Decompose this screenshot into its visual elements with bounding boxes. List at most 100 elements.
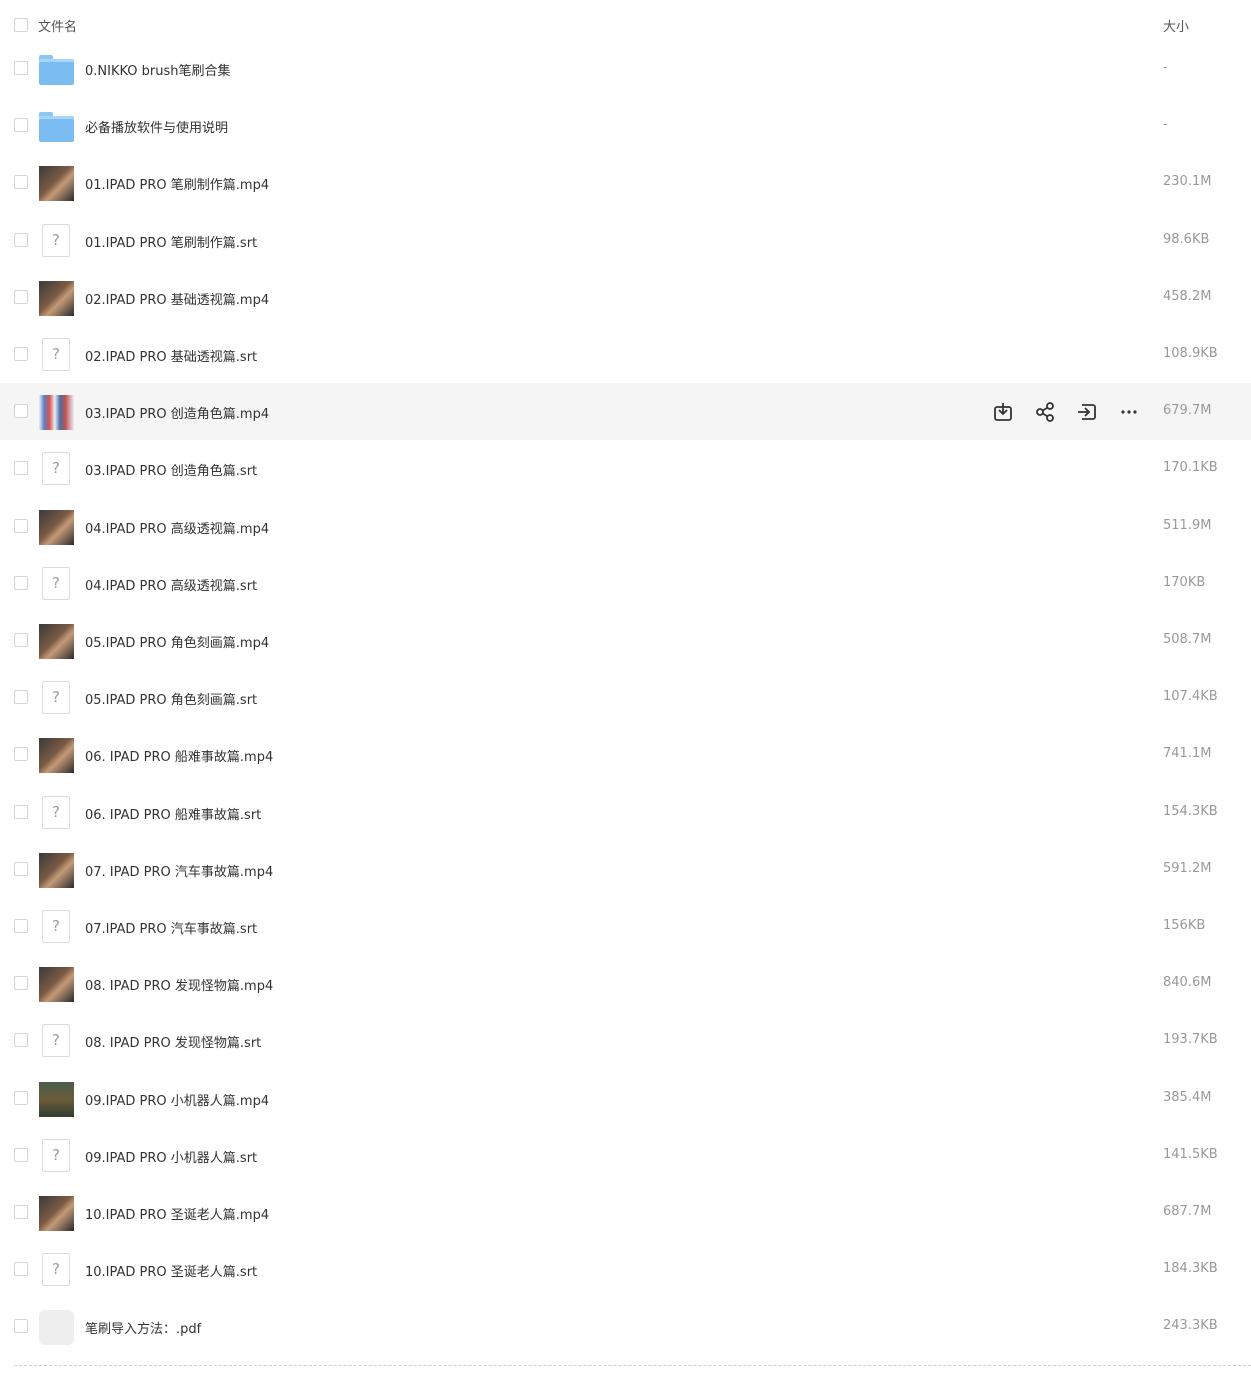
file-row[interactable]: ? 05.IPAD PRO 角色刻画篇.srt 107.4KB: [0, 669, 1251, 726]
file-name[interactable]: 03.IPAD PRO 创造角色篇.mp4: [85, 403, 269, 422]
unknown-file-icon: ?: [39, 338, 74, 373]
file-row[interactable]: 必备播放软件与使用说明 -: [0, 97, 1251, 154]
row-checkbox[interactable]: [14, 805, 28, 819]
file-row[interactable]: ? 06. IPAD PRO 船难事故篇.srt 154.3KB: [0, 784, 1251, 841]
row-checkbox[interactable]: [14, 747, 28, 761]
file-row[interactable]: 03.IPAD PRO 创造角色篇.mp4 679.7M: [0, 383, 1251, 440]
file-name[interactable]: 笔刷导入方法：.pdf: [85, 1318, 201, 1337]
file-size: 687.7M: [1163, 1204, 1212, 1219]
row-checkbox[interactable]: [14, 976, 28, 990]
file-name[interactable]: 05.IPAD PRO 角色刻画篇.mp4: [85, 632, 269, 651]
file-row[interactable]: 04.IPAD PRO 高级透视篇.mp4 511.9M: [0, 498, 1251, 555]
row-checkbox[interactable]: [14, 1319, 28, 1333]
file-name[interactable]: 06. IPAD PRO 船难事故篇.srt: [85, 804, 261, 823]
column-header-name[interactable]: 文件名: [38, 16, 77, 35]
list-end-divider: [14, 1365, 1251, 1366]
row-checkbox[interactable]: [14, 290, 28, 304]
row-checkbox[interactable]: [14, 633, 28, 647]
select-all-checkbox[interactable]: [14, 18, 28, 32]
file-row[interactable]: 09.IPAD PRO 小机器人篇.mp4 385.4M: [0, 1070, 1251, 1127]
file-name[interactable]: 06. IPAD PRO 船难事故篇.mp4: [85, 746, 273, 765]
file-name[interactable]: 05.IPAD PRO 角色刻画篇.srt: [85, 689, 257, 708]
file-size: 141.5KB: [1163, 1147, 1218, 1162]
file-row[interactable]: ? 02.IPAD PRO 基础透视篇.srt 108.9KB: [0, 326, 1251, 383]
file-name[interactable]: 09.IPAD PRO 小机器人篇.srt: [85, 1147, 257, 1166]
more-icon[interactable]: [1118, 401, 1140, 423]
file-row[interactable]: ? 09.IPAD PRO 小机器人篇.srt 141.5KB: [0, 1127, 1251, 1184]
file-row[interactable]: 01.IPAD PRO 笔刷制作篇.mp4 230.1M: [0, 154, 1251, 211]
file-row[interactable]: 06. IPAD PRO 船难事故篇.mp4 741.1M: [0, 726, 1251, 783]
row-checkbox[interactable]: [14, 61, 28, 75]
file-name[interactable]: 必备播放软件与使用说明: [85, 117, 228, 136]
file-row[interactable]: 02.IPAD PRO 基础透视篇.mp4 458.2M: [0, 269, 1251, 326]
row-checkbox[interactable]: [14, 1148, 28, 1162]
row-checkbox[interactable]: [14, 233, 28, 247]
unknown-file-icon: ?: [39, 681, 74, 716]
pdf-file-icon: [39, 1310, 74, 1345]
file-row[interactable]: 笔刷导入方法：.pdf 243.3KB: [0, 1298, 1251, 1355]
file-name[interactable]: 02.IPAD PRO 基础透视篇.mp4: [85, 289, 269, 308]
move-icon[interactable]: [1076, 401, 1098, 423]
file-row[interactable]: ? 04.IPAD PRO 高级透视篇.srt 170KB: [0, 555, 1251, 612]
folder-icon: [39, 52, 74, 87]
file-name[interactable]: 08. IPAD PRO 发现怪物篇.srt: [85, 1032, 261, 1051]
file-size: 156KB: [1163, 918, 1206, 933]
file-name[interactable]: 04.IPAD PRO 高级透视篇.mp4: [85, 518, 269, 537]
video-thumbnail-icon: [39, 510, 74, 545]
row-checkbox[interactable]: [14, 1205, 28, 1219]
file-row[interactable]: ? 03.IPAD PRO 创造角色篇.srt 170.1KB: [0, 440, 1251, 497]
file-size: 508.7M: [1163, 632, 1212, 647]
row-checkbox[interactable]: [14, 1262, 28, 1276]
row-checkbox[interactable]: [14, 1091, 28, 1105]
row-checkbox[interactable]: [14, 461, 28, 475]
file-size: 230.1M: [1163, 174, 1212, 189]
file-row[interactable]: 0.NIKKO brush笔刷合集 -: [0, 40, 1251, 97]
file-name[interactable]: 03.IPAD PRO 创造角色篇.srt: [85, 460, 257, 479]
file-size: 184.3KB: [1163, 1261, 1218, 1276]
file-row[interactable]: 07. IPAD PRO 汽车事故篇.mp4 591.2M: [0, 841, 1251, 898]
file-name[interactable]: 10.IPAD PRO 圣诞老人篇.mp4: [85, 1204, 269, 1223]
file-size: 458.2M: [1163, 289, 1212, 304]
file-name[interactable]: 0.NIKKO brush笔刷合集: [85, 60, 231, 79]
file-row[interactable]: ? 08. IPAD PRO 发现怪物篇.srt 193.7KB: [0, 1012, 1251, 1069]
share-icon[interactable]: [1034, 401, 1056, 423]
file-name[interactable]: 08. IPAD PRO 发现怪物篇.mp4: [85, 975, 273, 994]
row-checkbox[interactable]: [14, 118, 28, 132]
file-row[interactable]: ? 10.IPAD PRO 圣诞老人篇.srt 184.3KB: [0, 1241, 1251, 1298]
file-name[interactable]: 01.IPAD PRO 笔刷制作篇.srt: [85, 232, 257, 251]
unknown-file-icon: ?: [39, 452, 74, 487]
file-name[interactable]: 09.IPAD PRO 小机器人篇.mp4: [85, 1090, 269, 1109]
file-size: 170KB: [1163, 575, 1206, 590]
file-row[interactable]: 08. IPAD PRO 发现怪物篇.mp4 840.6M: [0, 955, 1251, 1012]
unknown-file-icon: ?: [39, 1253, 74, 1288]
unknown-file-icon: ?: [39, 224, 74, 259]
file-name[interactable]: 10.IPAD PRO 圣诞老人篇.srt: [85, 1261, 257, 1280]
file-size: 107.4KB: [1163, 689, 1218, 704]
file-row[interactable]: 10.IPAD PRO 圣诞老人篇.mp4 687.7M: [0, 1184, 1251, 1241]
row-checkbox[interactable]: [14, 404, 28, 418]
unknown-file-icon: ?: [39, 1024, 74, 1059]
row-checkbox[interactable]: [14, 690, 28, 704]
file-name[interactable]: 04.IPAD PRO 高级透视篇.srt: [85, 575, 257, 594]
file-name[interactable]: 07.IPAD PRO 汽车事故篇.srt: [85, 918, 257, 937]
row-checkbox[interactable]: [14, 519, 28, 533]
file-size: 193.7KB: [1163, 1032, 1218, 1047]
row-checkbox[interactable]: [14, 862, 28, 876]
row-checkbox[interactable]: [14, 347, 28, 361]
video-thumbnail-icon: [39, 624, 74, 659]
file-name[interactable]: 02.IPAD PRO 基础透视篇.srt: [85, 346, 257, 365]
file-name[interactable]: 07. IPAD PRO 汽车事故篇.mp4: [85, 861, 273, 880]
file-row[interactable]: ? 07.IPAD PRO 汽车事故篇.srt 156KB: [0, 898, 1251, 955]
file-size: -: [1163, 60, 1168, 75]
row-checkbox[interactable]: [14, 1033, 28, 1047]
file-row[interactable]: ? 01.IPAD PRO 笔刷制作篇.srt 98.6KB: [0, 212, 1251, 269]
row-checkbox[interactable]: [14, 175, 28, 189]
file-name[interactable]: 01.IPAD PRO 笔刷制作篇.mp4: [85, 174, 269, 193]
column-header-size[interactable]: 大小: [1163, 16, 1189, 35]
row-checkbox[interactable]: [14, 576, 28, 590]
file-size: 108.9KB: [1163, 346, 1218, 361]
file-row[interactable]: 05.IPAD PRO 角色刻画篇.mp4 508.7M: [0, 612, 1251, 669]
file-size: 840.6M: [1163, 975, 1212, 990]
row-checkbox[interactable]: [14, 919, 28, 933]
download-icon[interactable]: [992, 401, 1014, 423]
